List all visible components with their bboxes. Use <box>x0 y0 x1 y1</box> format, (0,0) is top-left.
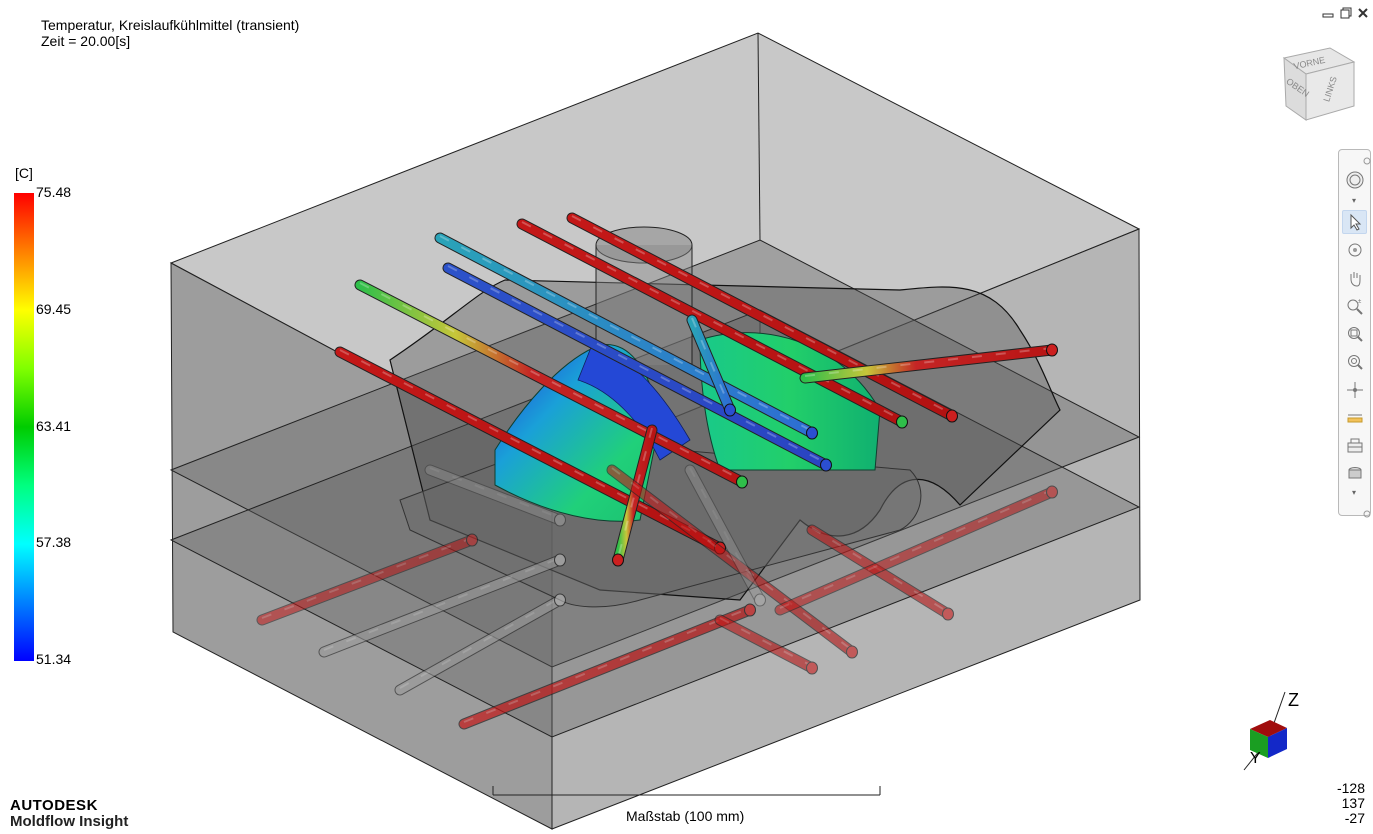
channel-end <box>806 426 818 440</box>
coordinate-z: -27 <box>1344 810 1365 826</box>
result-time: Zeit = 20.00[s] <box>41 33 131 49</box>
rotate-icon[interactable] <box>1342 238 1367 262</box>
select-pointer-icon[interactable] <box>1342 210 1367 234</box>
model-display-icon[interactable] <box>1342 462 1367 486</box>
product-name: Moldflow Insight <box>10 813 129 830</box>
channel-end <box>554 553 566 567</box>
legend-tick: 69.45 <box>36 301 72 317</box>
channel-end <box>554 593 566 607</box>
legend-unit: [C] <box>15 165 33 181</box>
measure-icon[interactable] <box>1342 406 1367 430</box>
axis-z-label: Z <box>1288 690 1299 710</box>
channel-end <box>946 409 958 423</box>
options-icon[interactable] <box>1363 505 1371 523</box>
view-cube[interactable]: VORNE OBEN LINKS <box>1282 47 1356 121</box>
close-icon[interactable] <box>1357 7 1369 19</box>
zoom-icon[interactable]: ± <box>1342 294 1367 318</box>
legend-color-bar <box>14 193 34 661</box>
scale-label: Maßstab (100 mm) <box>626 808 745 824</box>
channel-end <box>1046 343 1058 357</box>
channel-end <box>846 645 858 659</box>
dropdown-arrow-icon[interactable]: ▾ <box>1352 196 1356 205</box>
axis-y-label: Y <box>1250 750 1261 767</box>
channel-end <box>1046 485 1058 499</box>
channel-end <box>612 553 624 567</box>
zoom-window-icon[interactable] <box>1342 322 1367 346</box>
navigation-bar: ▾ ± ▾ <box>1338 149 1371 518</box>
channel-end <box>554 513 566 527</box>
channel-end <box>820 458 832 472</box>
coordinate-x: -128 <box>1336 780 1365 796</box>
minimize-icon[interactable] <box>1322 7 1334 19</box>
section-plane-icon[interactable] <box>1342 434 1367 458</box>
channel-end <box>754 593 766 607</box>
steering-wheel-icon[interactable] <box>1342 168 1367 192</box>
legend-tick-max: 75.48 <box>36 184 72 200</box>
coordinate-y: 137 <box>1341 795 1365 811</box>
legend-tick-min: 51.34 <box>36 651 72 667</box>
channel-end <box>896 415 908 429</box>
legend-tick: 57.38 <box>36 534 72 550</box>
channel-end <box>466 533 478 547</box>
legend-tick: 63.41 <box>36 418 72 434</box>
dropdown-arrow-icon[interactable]: ▾ <box>1352 488 1356 497</box>
channel-end <box>942 607 954 621</box>
center-icon[interactable] <box>1342 378 1367 402</box>
channel-end <box>806 661 818 675</box>
channel-end <box>736 475 748 489</box>
zoom-fit-icon[interactable] <box>1342 350 1367 374</box>
channel-end <box>724 403 736 417</box>
channel-end <box>744 603 756 617</box>
model-viewport[interactable]: VORNE OBEN LINKS <box>0 0 1373 834</box>
svg-text:±: ± <box>1358 299 1362 305</box>
autodesk-logo: AUTODESK <box>10 797 98 814</box>
restore-icon[interactable] <box>1340 7 1352 19</box>
result-title: Temperatur, Kreislaufkühlmittel (transie… <box>41 17 300 33</box>
pan-hand-icon[interactable] <box>1342 266 1367 290</box>
